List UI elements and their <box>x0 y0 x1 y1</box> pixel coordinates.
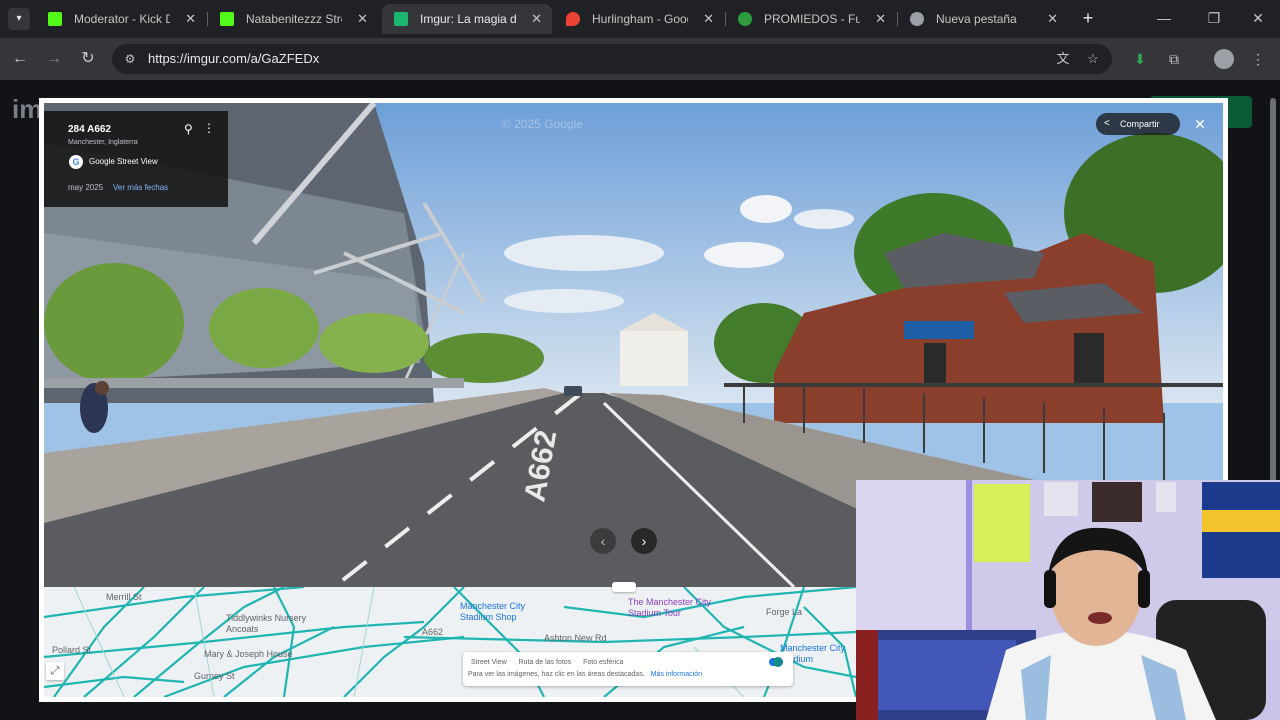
map-legend: Street View Ruta de las fotos Foto esfér… <box>463 652 793 686</box>
map-label-ashton: Ashton New Rd <box>544 633 607 643</box>
tab-strip: ▾ Moderator - Kick Das ✕ Natabenitezzz S… <box>0 0 1280 38</box>
url-text[interactable]: https://imgur.com/a/GaZFEDx <box>148 51 319 66</box>
menu-kebab-icon[interactable]: ⋮ <box>1248 49 1268 69</box>
google-watermark: © 2025 Google <box>502 117 583 131</box>
tab-search-button[interactable]: ▾ <box>8 8 30 30</box>
close-tab-icon[interactable]: ✕ <box>875 4 886 34</box>
expand-map-icon[interactable]: ⤢ <box>46 662 64 680</box>
new-tab-button[interactable]: + <box>1078 8 1098 28</box>
webcam-overlay <box>856 480 1280 720</box>
map-label-mary-joseph: Mary & Joseph House <box>204 649 293 659</box>
share-button[interactable]: < Compartir <box>1096 113 1180 135</box>
streetview-close-icon[interactable]: ✕ <box>1190 114 1210 134</box>
window-close-icon[interactable]: ✕ <box>1246 8 1270 28</box>
map-label-merrill: Merrill St <box>106 592 142 602</box>
legend-street-view: Street View <box>471 659 507 666</box>
close-tab-icon[interactable]: ✕ <box>357 4 368 34</box>
tab-promiedos[interactable]: PROMIEDOS - Futbol ✕ <box>726 4 896 34</box>
streetview-toggle[interactable] <box>769 657 783 667</box>
translate-icon[interactable]: 文 <box>1054 50 1072 68</box>
restore-icon[interactable]: ❐ <box>1202 8 1226 28</box>
maps-pin-icon <box>566 12 580 26</box>
kick-favicon-icon <box>48 12 62 26</box>
tab-google-maps[interactable]: Hurlingham - Google ✕ <box>554 4 724 34</box>
location-city: Manchester, Inglaterra <box>68 139 138 146</box>
map-label-stadium-tour: The Manchester City Stadium Tour <box>628 597 712 618</box>
more-dates-link[interactable]: Ver más fechas <box>113 183 168 192</box>
capture-date: may 2025 <box>68 183 104 192</box>
tab-title: Imgur: La magia de Inte <box>420 12 516 26</box>
back-button[interactable]: ← <box>10 49 30 69</box>
extension-icon[interactable]: ⬇ <box>1130 49 1150 69</box>
location-address: 284 A662 <box>68 124 111 135</box>
imgur-favicon-icon <box>394 12 408 26</box>
card-menu-icon[interactable]: ⋮ <box>203 121 215 135</box>
kick-favicon-icon <box>220 12 234 26</box>
tab-title: Moderator - Kick Das <box>74 12 170 26</box>
legend-hint: Para ver las imágenes, haz clic en las á… <box>468 671 645 678</box>
more-info-link[interactable]: Más información <box>651 671 702 678</box>
site-info-icon[interactable]: ⚙ <box>122 51 138 67</box>
map-label-gurney: Gurney St <box>194 671 235 681</box>
tab-title: Hurlingham - Google <box>592 12 688 26</box>
map-label-city-shop: Manchester City Stadium Shop <box>460 601 526 622</box>
forward-button[interactable]: → <box>44 49 64 69</box>
reload-button[interactable]: ↻ <box>78 49 98 69</box>
legend-spherical: Foto esférica <box>583 659 624 666</box>
close-tab-icon[interactable]: ✕ <box>703 4 714 34</box>
map-label-forge: Forge La <box>766 607 803 617</box>
location-pin-icon[interactable]: ⚲ <box>184 122 193 136</box>
bookmark-star-icon[interactable]: ☆ <box>1084 50 1102 68</box>
close-tab-icon[interactable]: ✕ <box>1047 4 1058 34</box>
tab-new-tab[interactable]: Nueva pestaña ✕ <box>898 4 1068 34</box>
tab-kick-stream[interactable]: Natabenitezzz Stream ✕ <box>208 4 378 34</box>
webcam-scene <box>856 480 1280 720</box>
google-logo-icon: G <box>69 155 83 169</box>
map-label-a662: A662 <box>422 627 444 637</box>
legend-photo-route: Ruta de las fotos <box>518 659 572 666</box>
close-tab-icon[interactable]: ✕ <box>531 4 542 34</box>
tab-title: Nueva pestaña <box>936 12 1017 26</box>
chrome-icon <box>910 12 924 26</box>
next-arrow-button[interactable]: › <box>631 528 657 554</box>
street-view-brand: Google Street View <box>89 157 158 166</box>
profile-avatar[interactable] <box>1214 49 1234 69</box>
address-bar[interactable]: ⚙ https://imgur.com/a/GaZFEDx 文 ☆ <box>112 44 1112 74</box>
promiedos-favicon-icon <box>738 12 752 26</box>
imgur-logo: im <box>12 94 43 124</box>
location-card: 284 A662 Manchester, Inglaterra G Google… <box>44 111 228 207</box>
share-label: Compartir <box>1120 119 1160 129</box>
map-resize-handle[interactable] <box>612 582 636 592</box>
tab-kick-moderator[interactable]: Moderator - Kick Das ✕ <box>36 4 206 34</box>
tab-imgur[interactable]: Imgur: La magia de Inte ✕ <box>382 4 552 34</box>
map-label-tiddlywinks: Tiddlywinks Nursery Ancoats <box>226 613 307 634</box>
map-label-pollard: Pollard St <box>52 645 92 655</box>
close-tab-icon[interactable]: ✕ <box>185 4 196 34</box>
extensions-puzzle-icon[interactable]: ⧉ <box>1164 49 1184 69</box>
previous-arrow-button[interactable]: ‹ <box>590 528 616 554</box>
browser-toolbar: ← → ↻ ⚙ https://imgur.com/a/GaZFEDx 文 ☆ … <box>0 38 1280 80</box>
share-icon: < <box>1104 118 1110 129</box>
tab-title: PROMIEDOS - Futbol <box>764 12 860 26</box>
tab-title: Natabenitezzz Stream <box>246 12 342 26</box>
minimize-icon[interactable]: — <box>1152 8 1176 28</box>
